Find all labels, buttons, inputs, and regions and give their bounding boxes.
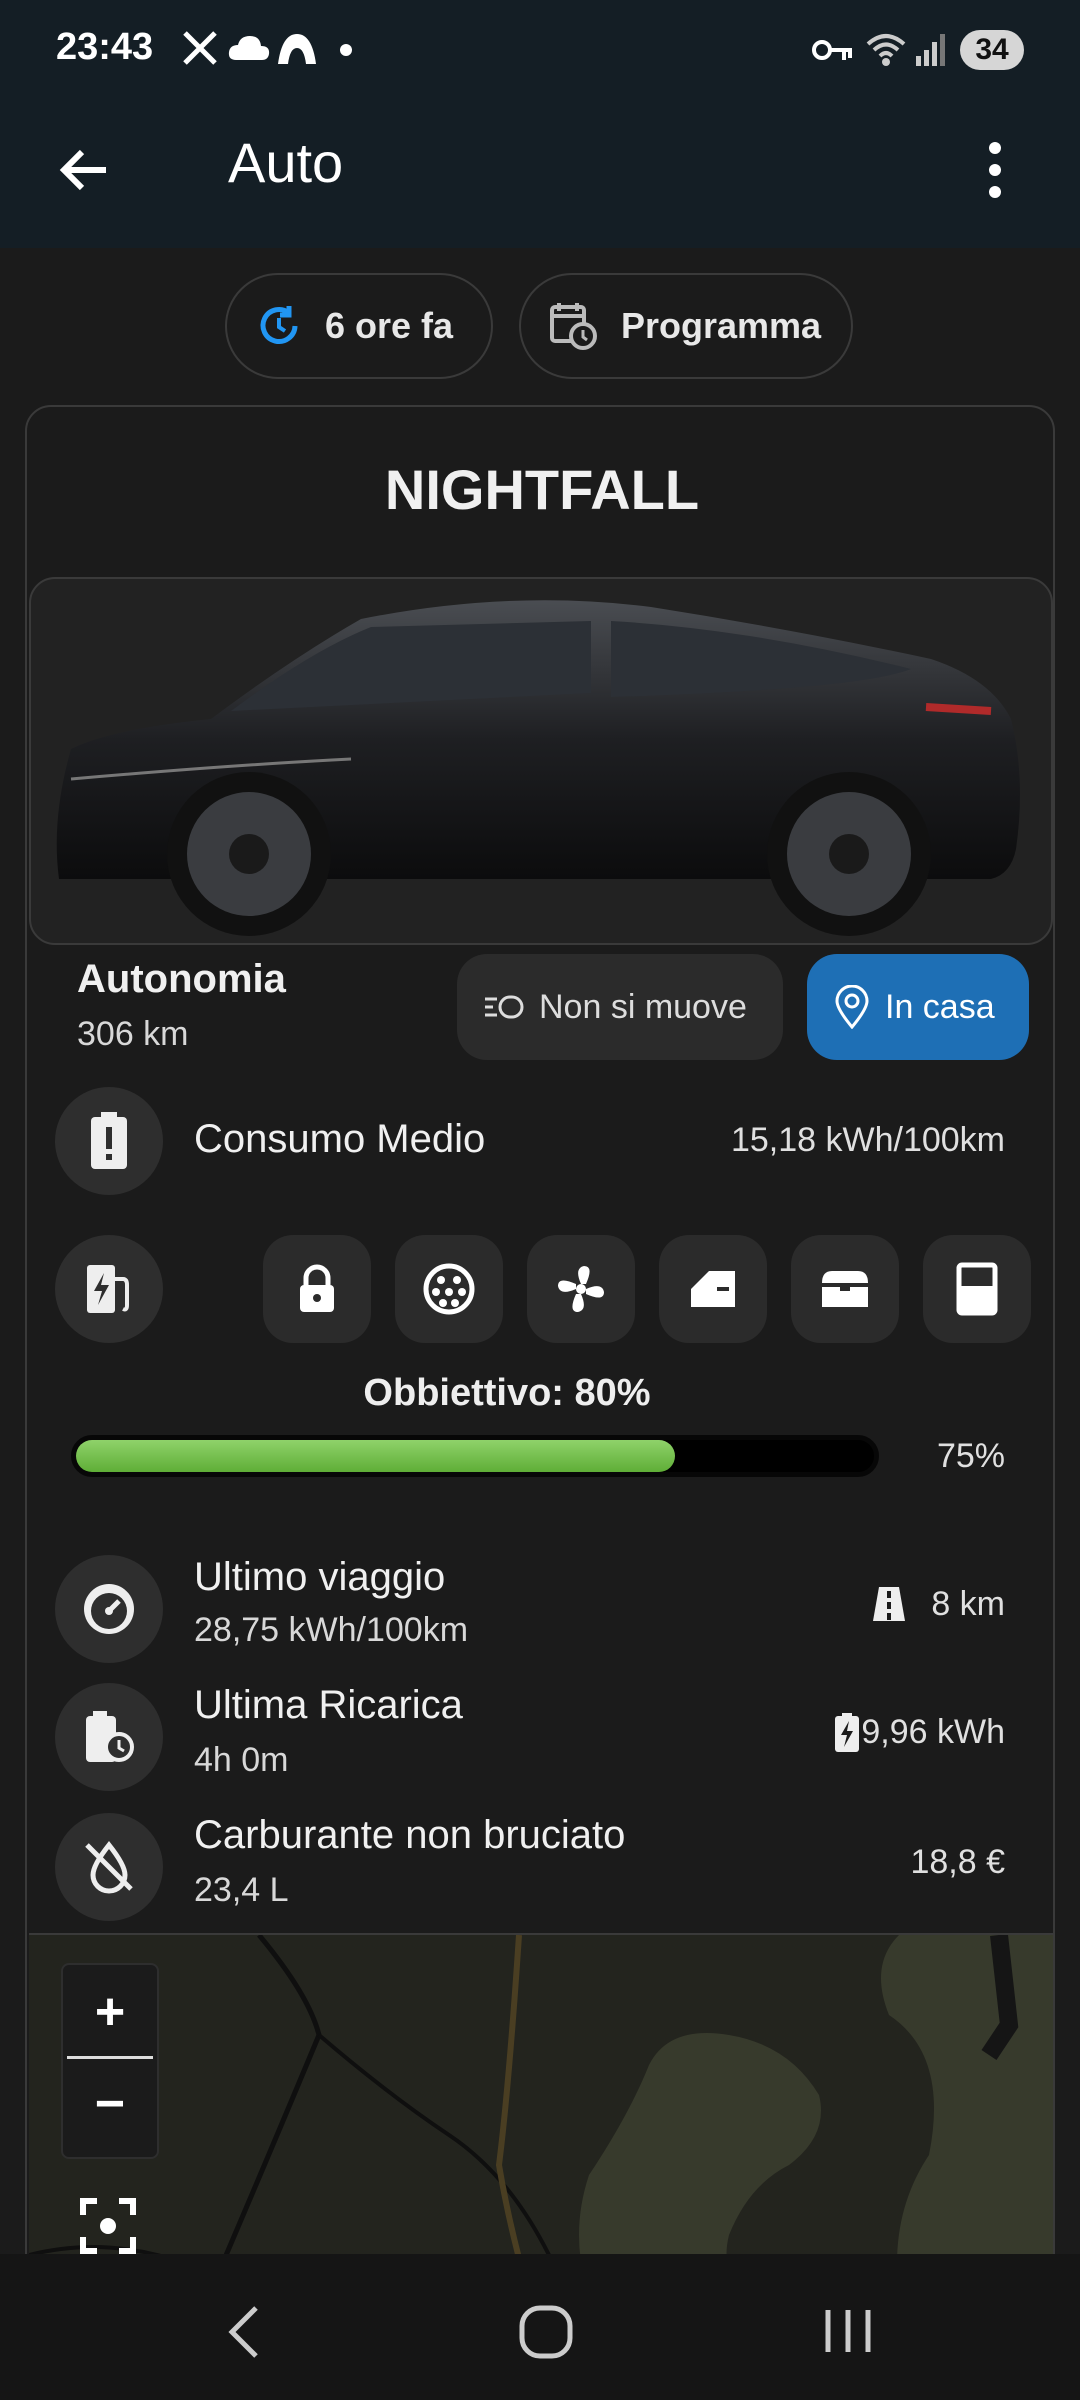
vpn-key-icon [812, 40, 852, 60]
x-app-icon [183, 31, 217, 65]
motion-status-chip[interactable]: Non si muove [457, 954, 783, 1060]
nav-home-icon[interactable] [518, 2304, 574, 2360]
zoom-out-button[interactable]: − [63, 2059, 157, 2153]
road-icon [873, 1587, 905, 1621]
motion-status-label: Non si muove [539, 987, 747, 1026]
battery-badge: 34 [960, 30, 1024, 70]
fuel-saved-volume: 23,4 L [194, 1871, 289, 1909]
vehicle-card: NIGHTFALL Autonomia 306 km Non si muove … [25, 405, 1055, 2285]
last-trip-consumption: 28,75 kWh/100km [194, 1611, 469, 1649]
status-time: 23:43 [56, 26, 154, 68]
app-bar: Auto [0, 100, 1080, 248]
consumption-value: 15,18 kWh/100km [730, 1121, 1005, 1159]
status-bar: 23:43 34 [0, 0, 1080, 100]
location-chip[interactable]: In casa [807, 954, 1029, 1060]
speedometer-icon [55, 1555, 163, 1663]
location-label: In casa [885, 987, 995, 1026]
door-icon[interactable] [659, 1235, 767, 1343]
zoom-in-button[interactable]: + [67, 1965, 153, 2059]
battery-clock-icon [55, 1683, 163, 1791]
signal-icon [916, 34, 945, 66]
fuel-off-icon [55, 1813, 163, 1921]
range-value: 306 km [77, 1015, 189, 1053]
window-icon[interactable] [923, 1235, 1031, 1343]
nav-recents-icon[interactable] [820, 2306, 876, 2356]
lock-icon[interactable] [263, 1235, 371, 1343]
charge-progress-bar [71, 1435, 879, 1477]
consumption-label: Consumo Medio [194, 1117, 486, 1161]
fuel-saved-label: Carburante non bruciato [194, 1813, 626, 1857]
refresh-chip[interactable]: 6 ore fa [225, 273, 493, 379]
fuel-saved-cost: 18,8 € [910, 1843, 1005, 1881]
trunk-icon[interactable] [791, 1235, 899, 1343]
last-trip-label: Ultimo viaggio [194, 1555, 446, 1599]
nav-back-icon[interactable] [226, 2304, 262, 2360]
last-charge-label: Ultima Ricarica [194, 1683, 463, 1727]
last-charge-energy: 9,96 kWh [861, 1713, 1005, 1751]
charge-progress-fill [76, 1440, 675, 1472]
overflow-menu-icon[interactable] [980, 138, 1010, 202]
notification-dot-icon [340, 44, 352, 56]
schedule-chip[interactable]: Programma [519, 273, 853, 379]
mountain-app-icon [278, 34, 316, 64]
battery-alert-icon [55, 1087, 163, 1195]
last-charge-duration: 4h 0m [194, 1741, 289, 1779]
charge-port-icon[interactable] [395, 1235, 503, 1343]
calendar-clock-icon [550, 303, 597, 350]
charge-target-label: Obbiettivo: 80% [363, 1372, 651, 1414]
center-focus-icon[interactable] [79, 2197, 137, 2255]
location-pin-icon [835, 985, 869, 1029]
cloud-icon [228, 36, 270, 60]
climate-fan-icon[interactable] [527, 1235, 635, 1343]
wifi-icon [866, 34, 906, 66]
last-trip-distance: 8 km [931, 1585, 1005, 1623]
refresh-chip-label: 6 ore fa [325, 305, 454, 346]
range-label: Autonomia [77, 957, 286, 1001]
location-map[interactable]: + − [29, 1933, 1053, 2283]
stationary-icon [485, 995, 524, 1019]
schedule-chip-label: Programma [621, 305, 822, 346]
back-arrow-icon[interactable] [54, 140, 114, 200]
charge-percent: 75% [936, 1437, 1005, 1475]
zoom-controls: + − [61, 1963, 159, 2159]
refresh-icon [260, 306, 298, 344]
ev-station-icon[interactable] [55, 1235, 163, 1343]
vehicle-name: NIGHTFALL [384, 458, 700, 521]
battery-charging-icon [835, 1713, 859, 1752]
page-title: Auto [228, 131, 344, 194]
vehicle-image [29, 577, 1053, 945]
system-nav-bar [0, 2254, 1080, 2400]
